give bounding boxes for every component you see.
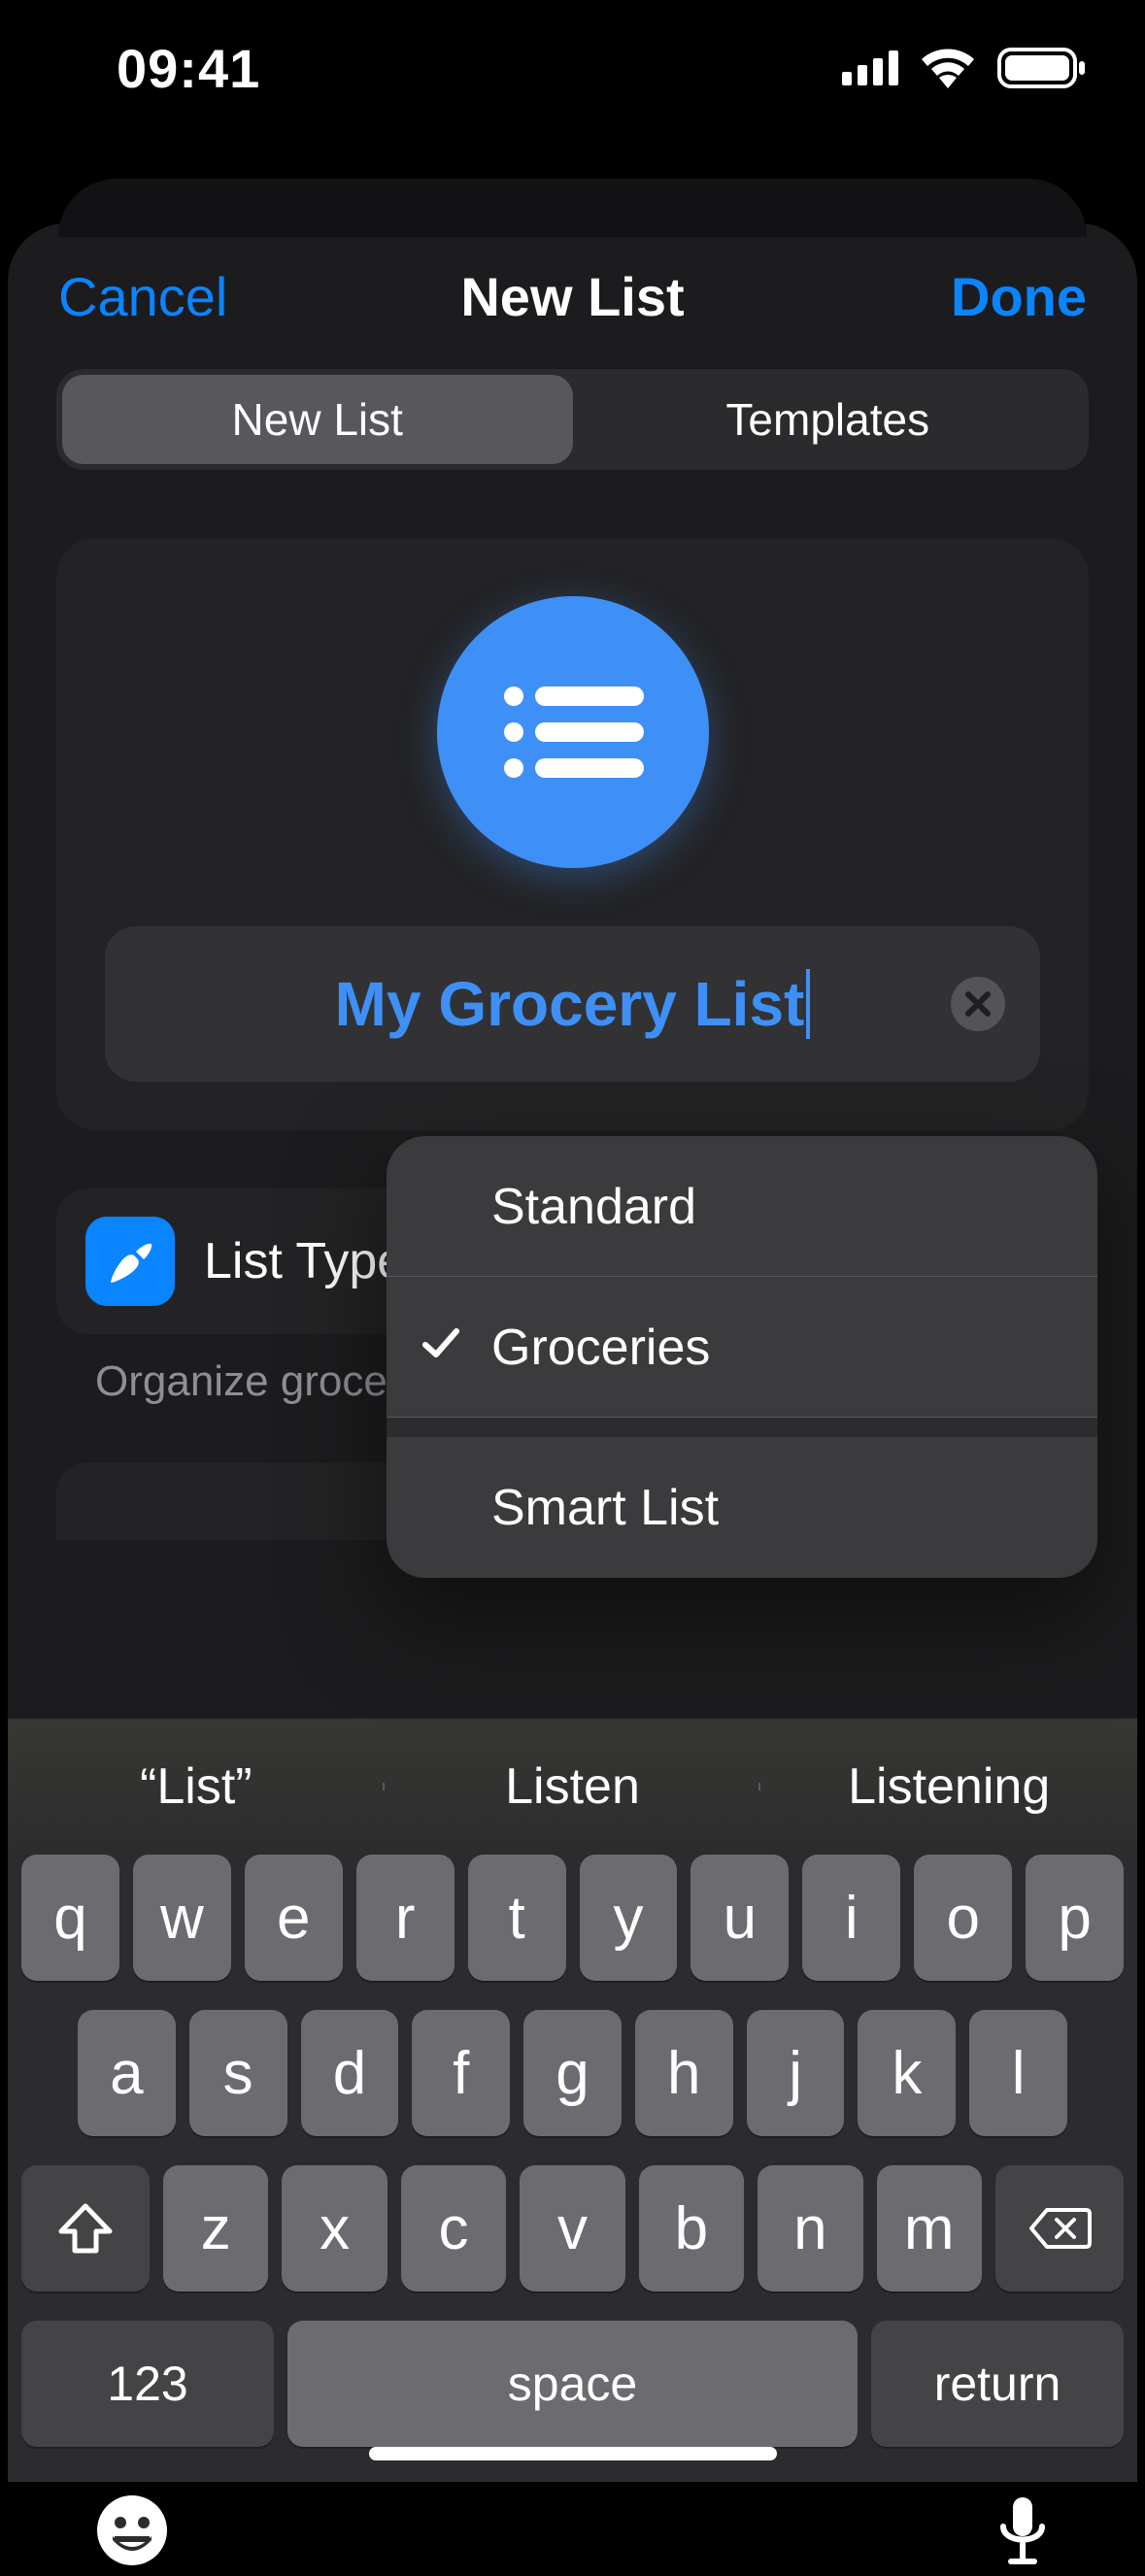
key-p[interactable]: p bbox=[1026, 1855, 1124, 1981]
battery-icon bbox=[997, 48, 1087, 88]
prediction-3[interactable]: Listening bbox=[760, 1757, 1137, 1816]
prediction-1[interactable]: “List” bbox=[8, 1757, 385, 1816]
shift-icon bbox=[57, 2202, 114, 2255]
return-key[interactable]: return bbox=[871, 2321, 1124, 2447]
key-x[interactable]: x bbox=[282, 2165, 387, 2292]
key-q[interactable]: q bbox=[21, 1855, 119, 1981]
check-icon bbox=[420, 1319, 462, 1377]
carrot-icon bbox=[85, 1217, 175, 1306]
prediction-2[interactable]: Listen bbox=[385, 1757, 761, 1816]
home-indicator[interactable] bbox=[369, 2447, 777, 2460]
key-f[interactable]: f bbox=[412, 2010, 510, 2136]
space-key[interactable]: space bbox=[287, 2321, 858, 2447]
status-time: 09:41 bbox=[117, 37, 260, 100]
text-cursor bbox=[806, 969, 810, 1039]
key-row-4: 123 space return bbox=[21, 2321, 1124, 2447]
shift-key[interactable] bbox=[21, 2165, 150, 2292]
cancel-button[interactable]: Cancel bbox=[58, 265, 227, 328]
list-appearance-card: My Grocery List bbox=[56, 538, 1089, 1130]
list-bullet-icon bbox=[500, 679, 646, 786]
emoji-button[interactable] bbox=[95, 2493, 169, 2576]
key-b[interactable]: b bbox=[639, 2165, 744, 2292]
key-h[interactable]: h bbox=[635, 2010, 733, 2136]
microphone-icon bbox=[995, 2493, 1050, 2571]
menu-item-standard[interactable]: Standard bbox=[387, 1136, 1097, 1277]
backspace-key[interactable] bbox=[995, 2165, 1124, 2292]
status-bar: 09:41 bbox=[0, 0, 1145, 136]
x-icon bbox=[965, 991, 991, 1017]
numbers-key[interactable]: 123 bbox=[21, 2321, 274, 2447]
menu-item-label: Standard bbox=[491, 1178, 696, 1236]
key-c[interactable]: c bbox=[401, 2165, 506, 2292]
cellular-icon bbox=[842, 50, 898, 85]
key-i[interactable]: i bbox=[802, 1855, 900, 1981]
list-type-label: List Type bbox=[204, 1232, 405, 1290]
list-name-text: My Grocery List bbox=[335, 968, 805, 1040]
key-n[interactable]: n bbox=[758, 2165, 862, 2292]
key-e[interactable]: e bbox=[245, 1855, 343, 1981]
key-z[interactable]: z bbox=[163, 2165, 268, 2292]
keyboard: “List” Listen Listening q w e r t y u i … bbox=[8, 1719, 1137, 2482]
key-k[interactable]: k bbox=[858, 2010, 956, 2136]
key-m[interactable]: m bbox=[877, 2165, 982, 2292]
backspace-icon bbox=[1027, 2206, 1092, 2251]
menu-item-smart-list[interactable]: Smart List bbox=[387, 1437, 1097, 1578]
key-row-3: z x c v b n m bbox=[21, 2165, 1124, 2292]
menu-item-label: Smart List bbox=[491, 1479, 719, 1537]
key-w[interactable]: w bbox=[133, 1855, 231, 1981]
segment-templates[interactable]: Templates bbox=[573, 375, 1084, 464]
status-indicators bbox=[842, 48, 1087, 88]
menu-separator bbox=[387, 1418, 1097, 1437]
clear-text-button[interactable] bbox=[951, 977, 1005, 1031]
nav-bar: Cancel New List Done bbox=[8, 223, 1137, 369]
list-type-menu: Standard Groceries Smart List bbox=[387, 1136, 1097, 1578]
menu-item-groceries[interactable]: Groceries bbox=[387, 1277, 1097, 1418]
key-r[interactable]: r bbox=[356, 1855, 455, 1981]
done-button[interactable]: Done bbox=[951, 265, 1087, 328]
key-row-1: q w e r t y u i o p bbox=[21, 1855, 1124, 1981]
key-d[interactable]: d bbox=[301, 2010, 399, 2136]
key-a[interactable]: a bbox=[78, 2010, 176, 2136]
key-g[interactable]: g bbox=[523, 2010, 622, 2136]
key-y[interactable]: y bbox=[580, 1855, 678, 1981]
wifi-icon bbox=[920, 48, 976, 88]
list-icon-badge[interactable] bbox=[437, 596, 709, 868]
key-v[interactable]: v bbox=[520, 2165, 624, 2292]
key-o[interactable]: o bbox=[914, 1855, 1012, 1981]
segment-new-list[interactable]: New List bbox=[62, 375, 573, 464]
predictive-bar: “List” Listen Listening bbox=[8, 1719, 1137, 1855]
emoji-icon bbox=[95, 2493, 169, 2567]
key-row-2: a s d f g h j k l bbox=[21, 2010, 1124, 2136]
key-s[interactable]: s bbox=[189, 2010, 287, 2136]
key-t[interactable]: t bbox=[468, 1855, 566, 1981]
menu-item-label: Groceries bbox=[491, 1319, 710, 1377]
list-name-input[interactable]: My Grocery List bbox=[105, 926, 1040, 1082]
segmented-control[interactable]: New List Templates bbox=[56, 369, 1089, 470]
key-j[interactable]: j bbox=[747, 2010, 845, 2136]
key-l[interactable]: l bbox=[969, 2010, 1067, 2136]
dictation-button[interactable] bbox=[995, 2493, 1050, 2576]
new-list-sheet: Cancel New List Done New List Templates … bbox=[8, 223, 1137, 2482]
key-u[interactable]: u bbox=[690, 1855, 789, 1981]
